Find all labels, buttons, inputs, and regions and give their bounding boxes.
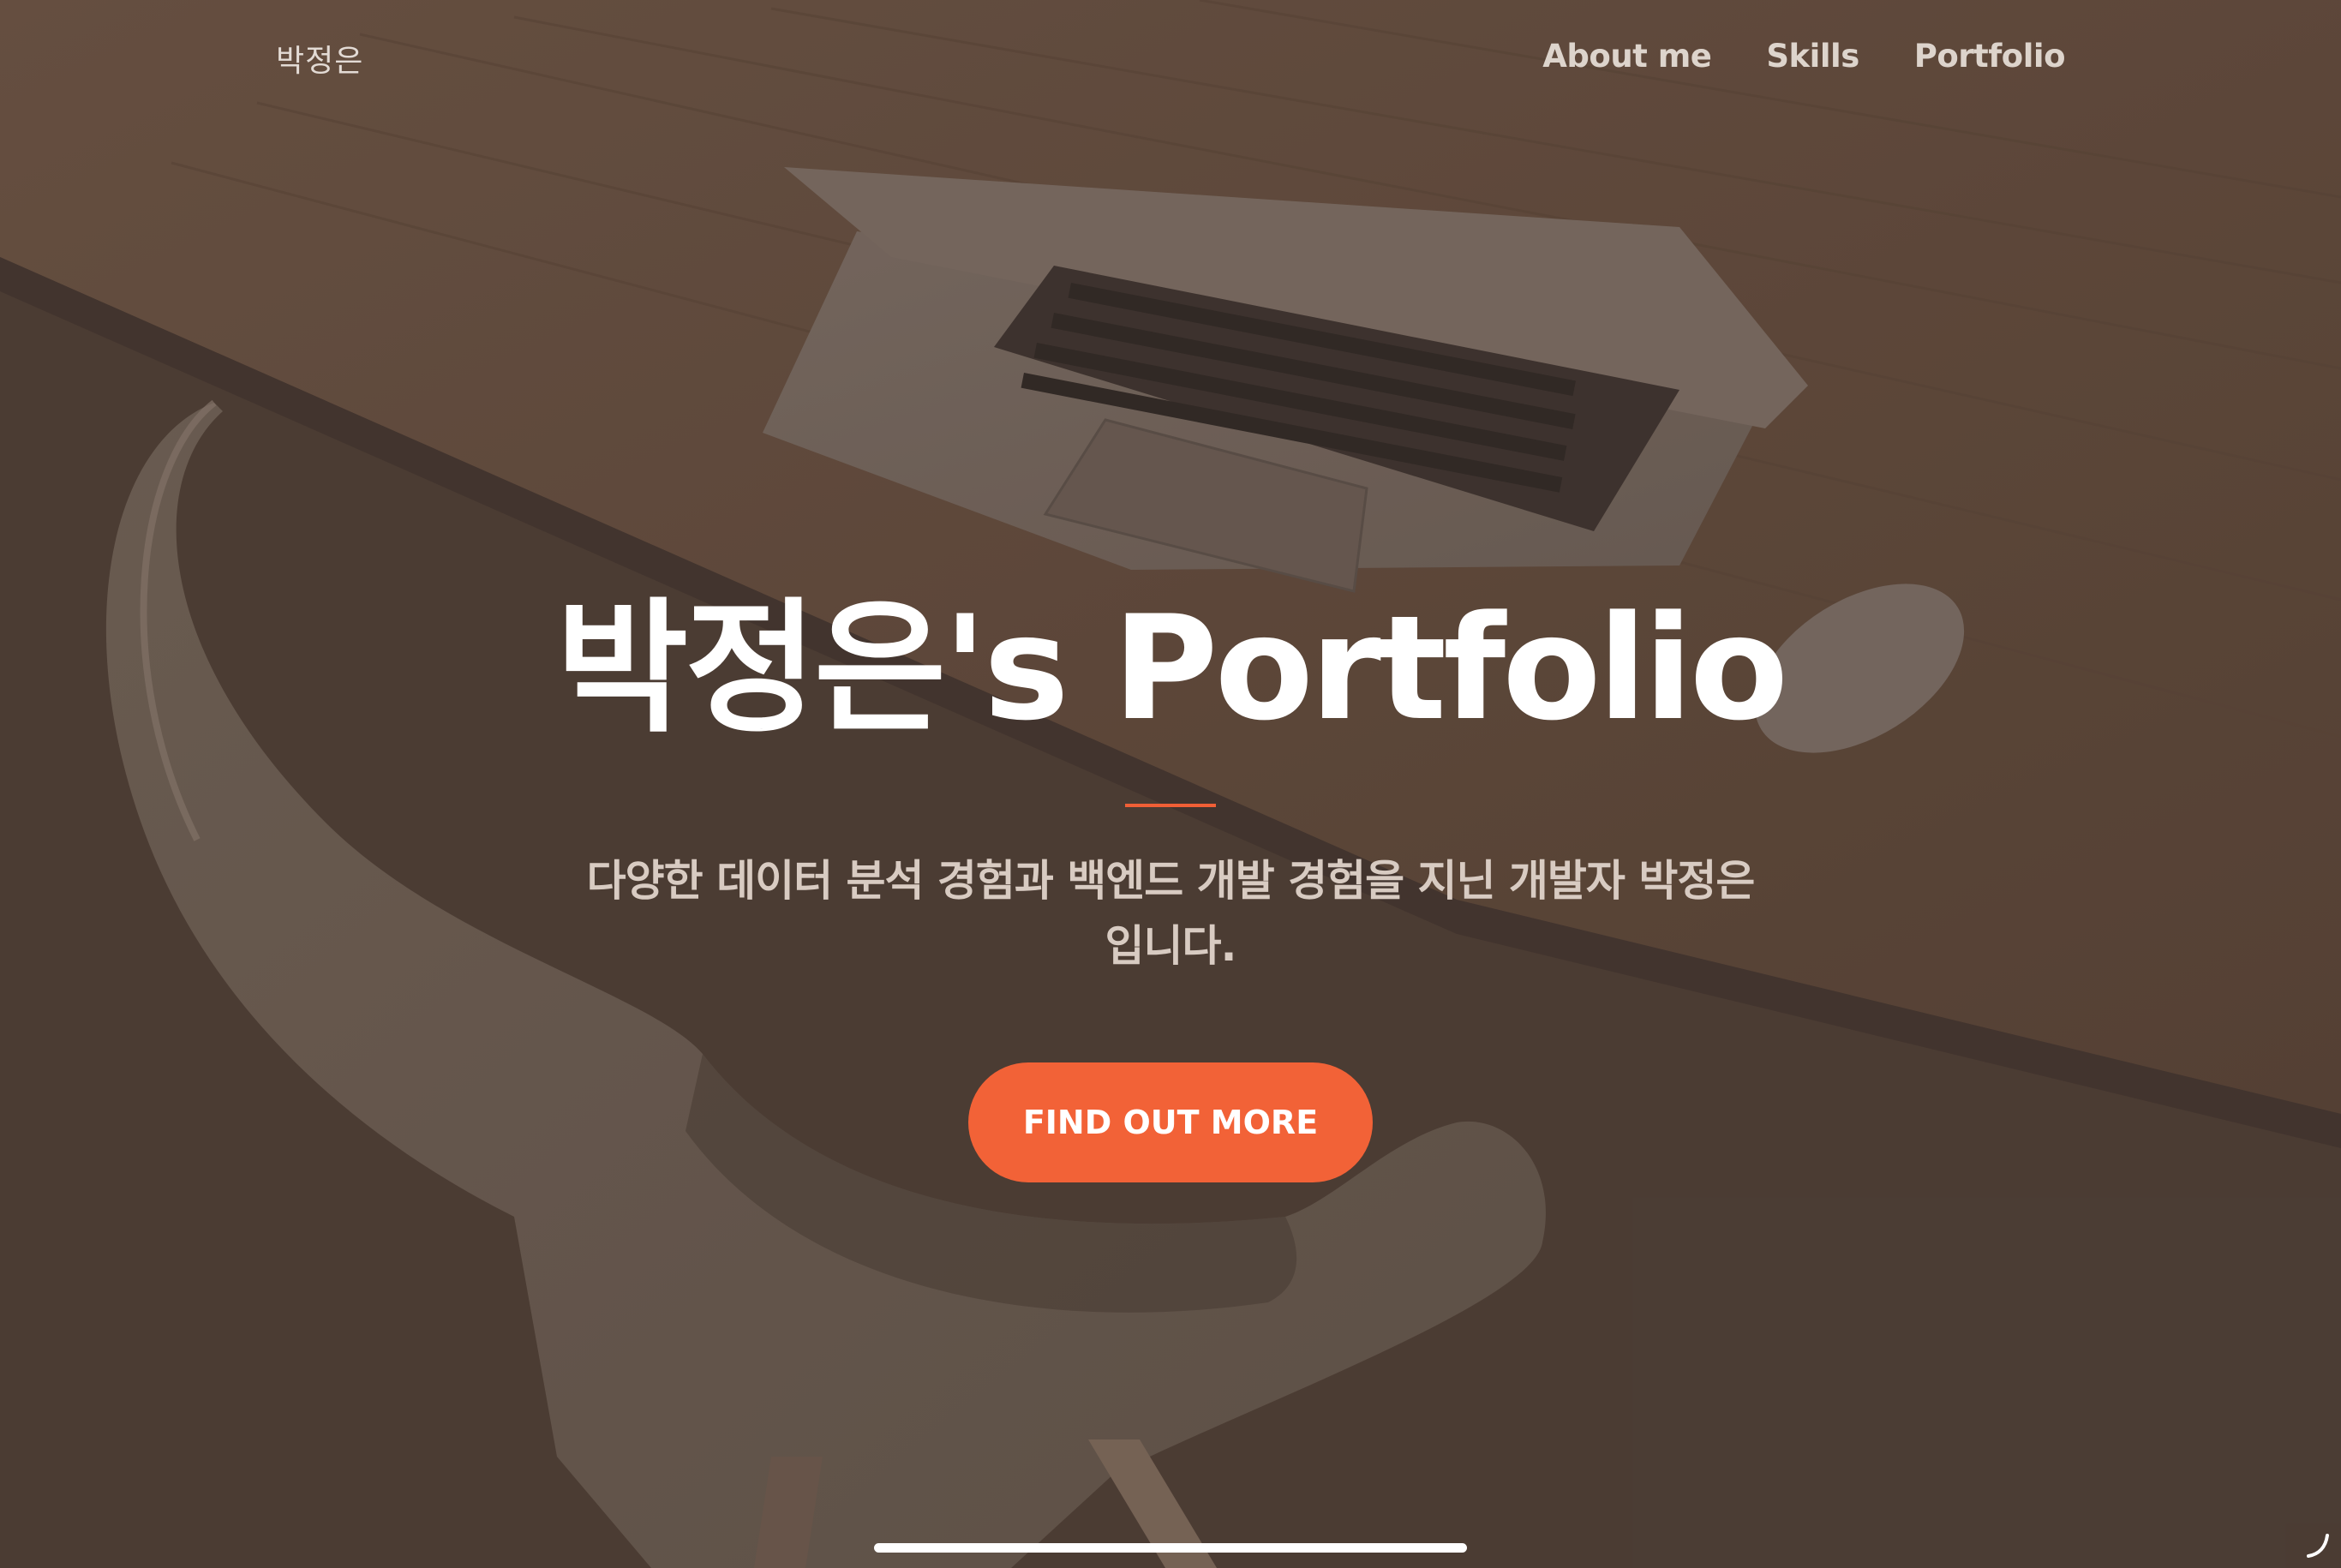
nav-link-about-me[interactable]: About me <box>1542 38 1712 75</box>
nav-link-portfolio[interactable]: Portfolio <box>1914 38 2066 75</box>
navbar-menu: About me Skills Portfolio <box>1542 38 2065 75</box>
background-overlay <box>0 0 2341 1568</box>
home-indicator[interactable] <box>874 1543 1467 1553</box>
nav-link-skills[interactable]: Skills <box>1766 38 1859 75</box>
find-out-more-button[interactable]: FIND OUT MORE <box>968 1062 1373 1182</box>
hero-title: 박정은's Portfolio <box>555 584 1788 752</box>
page: 박정은 About me Skills Portfolio 박정은's Port… <box>0 0 2341 1568</box>
hero-subtitle: 다양한 데이터 분석 경험과 백엔드 개발 경험을 지닌 개발자 박정은입니다. <box>586 856 1756 971</box>
navbar-brand[interactable]: 박정은 <box>276 36 363 81</box>
hero-divider <box>1125 804 1216 807</box>
scroll-indicator-icon <box>2307 1534 2329 1558</box>
